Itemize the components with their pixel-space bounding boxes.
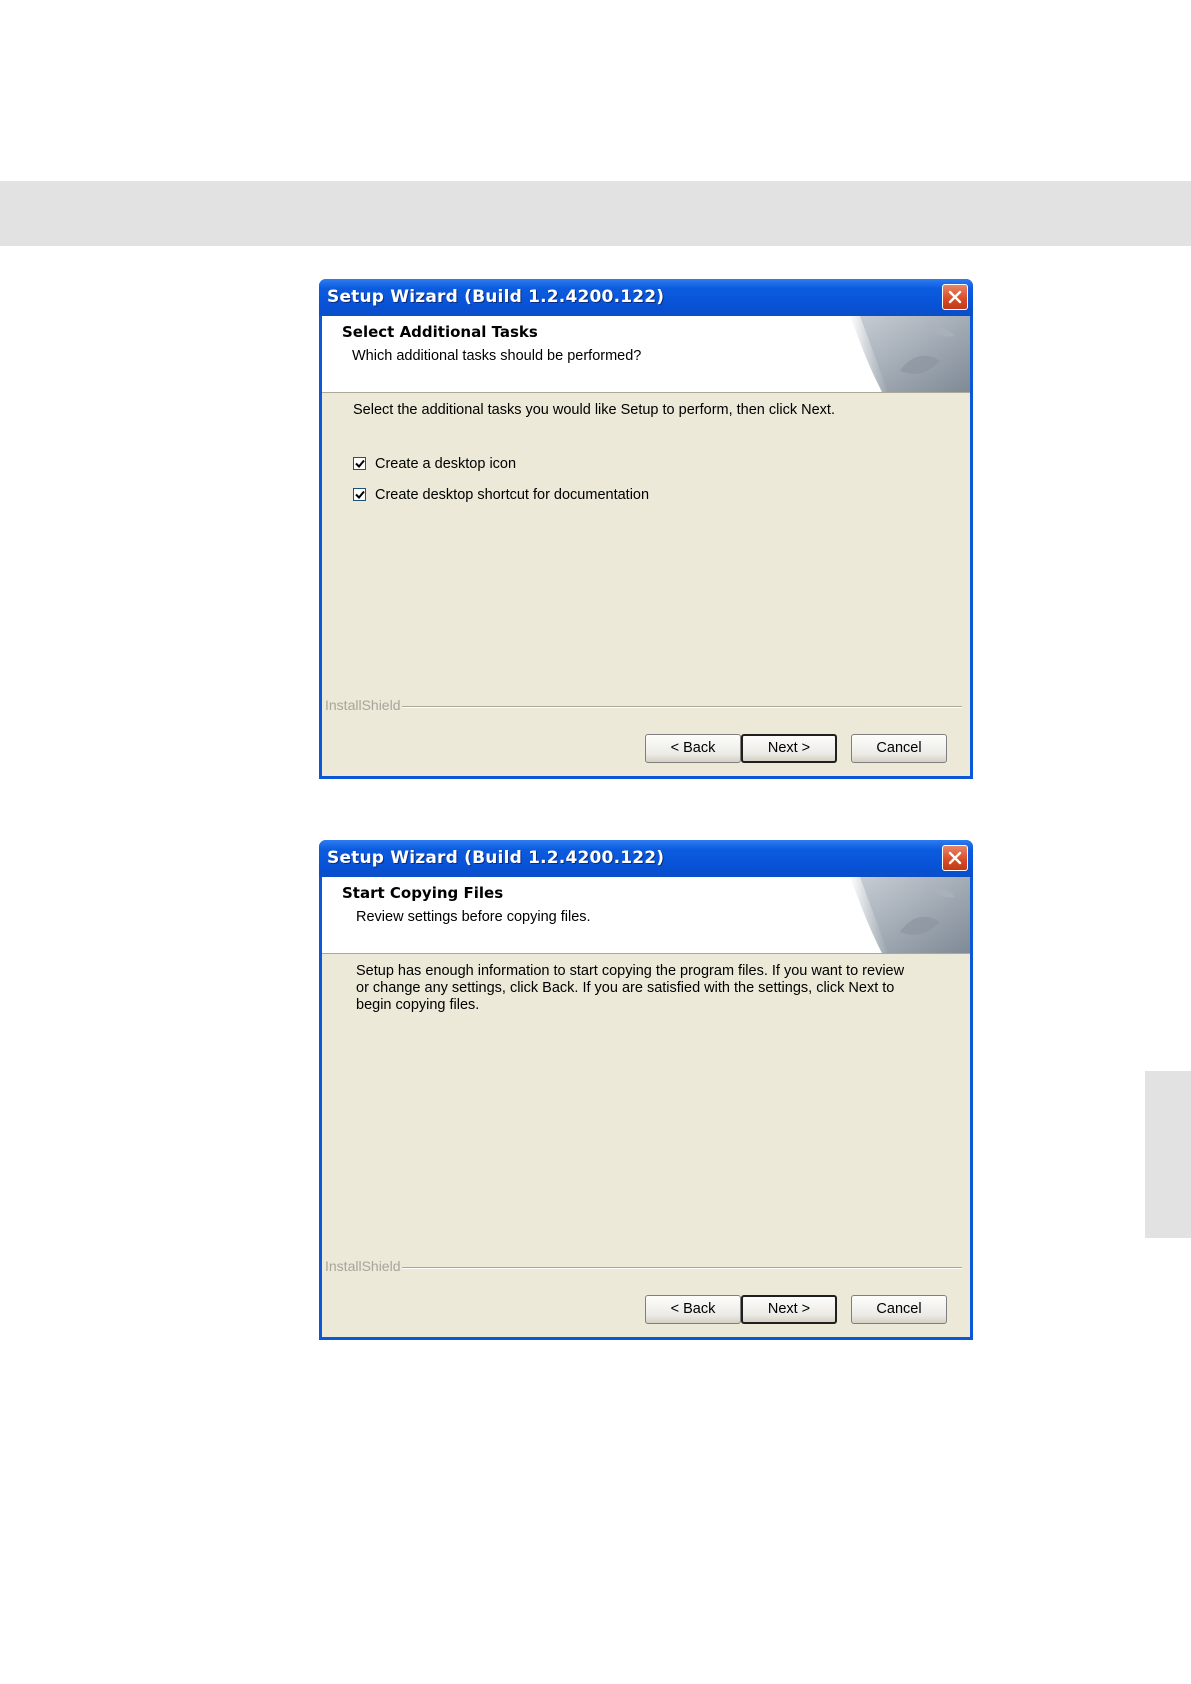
checkmark-icon (355, 490, 365, 499)
window-titlebar[interactable]: Setup Wizard (Build 1.2.4200.122) (319, 279, 973, 316)
manual-page: Setup Wizard (Build 1.2.4200.122) Select… (0, 0, 1191, 1684)
instruction-text: Select the additional tasks you would li… (353, 402, 835, 418)
header-subtitle: Which additional tasks should be perform… (352, 348, 642, 364)
header-title: Select Additional Tasks (342, 323, 538, 341)
page-curl-graphic (850, 316, 970, 392)
cancel-button[interactable]: Cancel (851, 1295, 947, 1324)
checkbox-label: Create a desktop icon (375, 456, 517, 472)
window-title: Setup Wizard (Build 1.2.4200.122) (327, 287, 665, 307)
next-button[interactable]: Next > (741, 734, 837, 763)
wizard-client-area: Start Copying Files Review settings befo… (322, 877, 970, 1337)
page-side-tab (1145, 1071, 1191, 1238)
desktop-icon-checkbox[interactable] (353, 457, 366, 470)
header-subtitle: Review settings before copying files. (356, 909, 591, 925)
wizard-client-area: Select Additional Tasks Which additional… (322, 316, 970, 776)
close-icon (948, 290, 962, 304)
installshield-brand: InstallShield (325, 697, 401, 713)
window-title: Setup Wizard (Build 1.2.4200.122) (327, 848, 665, 868)
cancel-button[interactable]: Cancel (851, 734, 947, 763)
setup-wizard-window-start-copying: Setup Wizard (Build 1.2.4200.122) Start … (319, 840, 973, 1340)
close-icon (948, 851, 962, 865)
window-titlebar[interactable]: Setup Wizard (Build 1.2.4200.122) (319, 840, 973, 877)
back-button[interactable]: < Back (645, 1295, 741, 1324)
info-text: Setup has enough information to start co… (356, 963, 905, 1013)
footer-divider (402, 706, 962, 708)
next-button[interactable]: Next > (741, 1295, 837, 1324)
close-button[interactable] (942, 284, 968, 310)
back-button[interactable]: < Back (645, 734, 741, 763)
wizard-header: Start Copying Files Review settings befo… (322, 877, 970, 954)
wizard-header: Select Additional Tasks Which additional… (322, 316, 970, 393)
setup-wizard-window-select-tasks: Setup Wizard (Build 1.2.4200.122) Select… (319, 279, 973, 779)
checkmark-icon (355, 459, 365, 468)
installshield-brand: InstallShield (325, 1258, 401, 1274)
close-button[interactable] (942, 845, 968, 871)
header-title: Start Copying Files (342, 884, 504, 902)
footer-divider (402, 1267, 962, 1269)
doc-shortcut-checkbox[interactable] (353, 488, 366, 501)
checkbox-label: Create desktop shortcut for documentatio… (375, 487, 650, 503)
page-curl-graphic (850, 877, 970, 953)
page-header-band (0, 181, 1191, 246)
